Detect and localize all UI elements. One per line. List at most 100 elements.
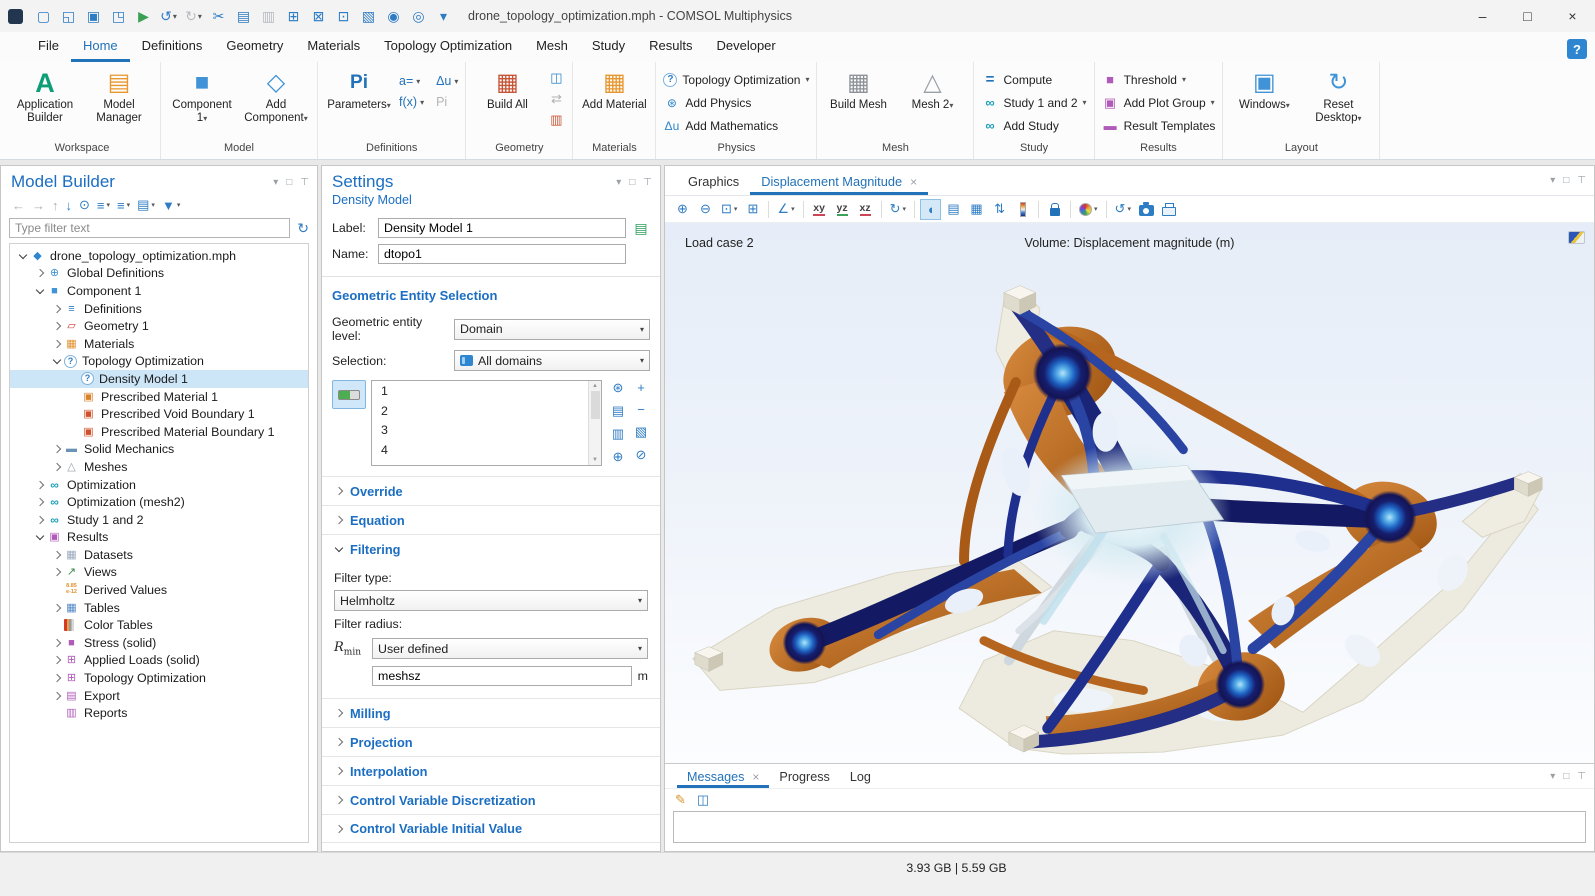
tree-expander-icon[interactable] — [50, 354, 64, 368]
close-icon[interactable]: × — [910, 175, 917, 189]
remove-from-selection-icon[interactable]: − — [632, 402, 650, 417]
pin-panel-icon[interactable]: ⊤ — [300, 177, 309, 188]
section-control-variable-discretization[interactable]: Control Variable Discretization — [322, 785, 660, 814]
tree-expander-icon[interactable] — [16, 249, 30, 263]
tree-item-materials[interactable]: ▦Materials — [10, 335, 308, 353]
center-selection-icon[interactable]: ⊕ — [609, 449, 627, 465]
filter-type-select[interactable]: Helmholtz ▾ — [334, 590, 648, 611]
domain-list-item[interactable]: 4 — [381, 441, 588, 461]
ribbon-button-add-study[interactable]: ∞Add Study — [981, 116, 1086, 135]
ribbon-button-topology-optimization[interactable]: ?Topology Optimization▾ — [663, 70, 809, 89]
ribbon-button-threshold[interactable]: ■Threshold▾ — [1102, 70, 1216, 89]
tree-expander-icon[interactable] — [33, 530, 47, 544]
tree-item-tables[interactable]: ▦Tables — [10, 599, 308, 617]
tree-item-results[interactable]: ▣Results — [10, 529, 308, 547]
tree-item-optimization-mesh2[interactable]: ∞Optimization (mesh2) — [10, 493, 308, 511]
tree-expander-icon[interactable] — [33, 478, 47, 492]
toolbar-options-icon[interactable]: ▾ — [433, 8, 454, 25]
rotate-view-button[interactable]: ↻▾ — [887, 199, 909, 220]
delete-icon[interactable]: ⊠ — [308, 8, 329, 25]
scroll-up-icon[interactable]: ▲ — [592, 383, 598, 389]
name-input[interactable] — [378, 244, 626, 264]
tree-item-prescribed-void-boundary-1[interactable]: ▣Prescribed Void Boundary 1 — [10, 405, 308, 423]
tree-expander-icon[interactable] — [50, 565, 64, 579]
menu-tab-results[interactable]: Results — [637, 32, 704, 62]
domain-list[interactable]: 1234 ▲ ▼ — [371, 380, 602, 466]
paste-icon[interactable]: ▥ — [258, 8, 279, 25]
tree-filter-input[interactable] — [9, 218, 290, 238]
close-icon[interactable]: × — [752, 770, 759, 784]
scrollbar-thumb[interactable] — [591, 391, 600, 419]
scroll-down-icon[interactable]: ▼ — [592, 457, 598, 463]
cut-icon[interactable]: ✂ — [208, 8, 229, 25]
tree-item-topology-optimization[interactable]: ?Topology Optimization — [10, 353, 308, 371]
filter-icon[interactable]: ▼▾ — [159, 198, 183, 213]
collapse-panel-icon[interactable]: ▾ — [1550, 771, 1555, 782]
plot-thumbnail-icon[interactable] — [1568, 231, 1585, 244]
scene-light-button[interactable]: ▤ — [943, 199, 964, 220]
tree-expander-icon[interactable] — [33, 266, 47, 280]
domain-list-item[interactable]: 2 — [381, 402, 588, 422]
open-in-window-icon[interactable]: ◫ — [697, 792, 709, 808]
save-icon[interactable]: ▣ — [83, 8, 104, 25]
clear-selection-icon[interactable]: ▧ — [632, 424, 650, 440]
ribbon-button-add-physics[interactable]: ⊛Add Physics — [663, 93, 809, 112]
menu-tab-mesh[interactable]: Mesh — [524, 32, 580, 62]
section-filtering[interactable]: Filtering — [322, 534, 660, 563]
tree-expander-icon[interactable] — [50, 671, 64, 685]
tree-item-export[interactable]: ▤Export — [10, 687, 308, 705]
paste-selection-icon[interactable]: ▥ — [609, 426, 627, 442]
tree-item-applied-loads-solid[interactable]: ⊞Applied Loads (solid) — [10, 652, 308, 670]
ribbon-button-mesh-2[interactable]: △Mesh 2▾ — [898, 65, 966, 112]
tree-item-solid-mechanics[interactable]: ▬Solid Mechanics — [10, 441, 308, 459]
menu-tab-home[interactable]: Home — [71, 32, 130, 62]
undo-icon[interactable]: ↺▾ — [158, 8, 179, 25]
float-panel-icon[interactable]: □ — [1563, 175, 1569, 186]
redo-icon[interactable]: ↻▾ — [183, 8, 204, 25]
domain-list-scrollbar[interactable]: ▲ ▼ — [588, 381, 601, 465]
float-panel-icon[interactable]: □ — [1563, 771, 1569, 782]
ribbon-button-study-1-and-2[interactable]: ∞Study 1 and 2▾ — [981, 93, 1086, 112]
ribbon-button-parameters[interactable]: PiParameters▾ — [325, 65, 393, 112]
app-button-icon[interactable] — [8, 9, 23, 24]
ribbon-button-build-all[interactable]: ▦Build All — [473, 65, 541, 112]
expand-all-icon[interactable]: ≡▾ — [94, 198, 113, 213]
section-override[interactable]: Override — [322, 476, 660, 505]
domain-list-item[interactable]: 3 — [381, 421, 588, 441]
tree-item-study-1-and-2[interactable]: ∞Study 1 and 2 — [10, 511, 308, 529]
show-icon[interactable]: ⊙ — [76, 197, 93, 213]
duplicate-icon[interactable]: ⊞ — [283, 8, 304, 25]
insert-sequence-icon[interactable]: ◫ — [547, 70, 565, 86]
view-xz-button[interactable]: xz — [855, 199, 876, 220]
color-theme-button[interactable]: ▾ — [1076, 199, 1101, 220]
graphics-canvas[interactable]: Load case 2 Volume: Displacement magnitu… — [665, 223, 1594, 763]
pin-panel-icon[interactable]: ⊤ — [643, 177, 652, 188]
color-legend-button[interactable] — [1012, 199, 1033, 220]
tab-displacement-magnitude[interactable]: Displacement Magnitude× — [750, 166, 928, 195]
tree-expander-icon[interactable] — [50, 548, 64, 562]
move-down-icon[interactable]: ↓ — [63, 198, 76, 213]
ribbon-button-model-manager[interactable]: ▤Model Manager — [85, 65, 153, 125]
tree-item-color-tables[interactable]: Color Tables — [10, 616, 308, 634]
clear-log-icon[interactable]: ✎ — [675, 792, 686, 808]
ribbon-button-pi[interactable]: Pi — [436, 93, 458, 111]
collapse-panel-icon[interactable]: ▾ — [273, 177, 278, 188]
menu-tab-geometry[interactable]: Geometry — [214, 32, 295, 62]
ribbon-button-add-plot-group[interactable]: ▣Add Plot Group▾ — [1102, 93, 1216, 112]
copy-icon[interactable]: ▤ — [233, 8, 254, 25]
tree-expander-icon[interactable] — [33, 495, 47, 509]
filter-radius-mode-select[interactable]: User defined ▾ — [372, 638, 648, 659]
close-button[interactable]: × — [1550, 0, 1595, 32]
create-selection-icon[interactable]: ⊛ — [609, 380, 627, 396]
tree-expander-icon[interactable] — [50, 460, 64, 474]
new-file-icon[interactable]: ▢ — [33, 8, 54, 25]
tree-item-meshes[interactable]: △Meshes — [10, 458, 308, 476]
zoom-extents-button[interactable]: ⊞ — [742, 199, 763, 220]
ribbon-button-add-material[interactable]: ▦Add Material — [580, 65, 648, 112]
collapse-all-icon[interactable]: ≡▾ — [114, 198, 133, 213]
collapse-panel-icon[interactable]: ▾ — [616, 177, 621, 188]
run-icon[interactable]: ▶ — [133, 8, 154, 25]
tree-item-density-model-1[interactable]: ?Density Model 1 — [10, 370, 308, 388]
tree-item-prescribed-material-boundary-1[interactable]: ▣Prescribed Material Boundary 1 — [10, 423, 308, 441]
copy-selection-icon[interactable]: ▤ — [609, 403, 627, 419]
